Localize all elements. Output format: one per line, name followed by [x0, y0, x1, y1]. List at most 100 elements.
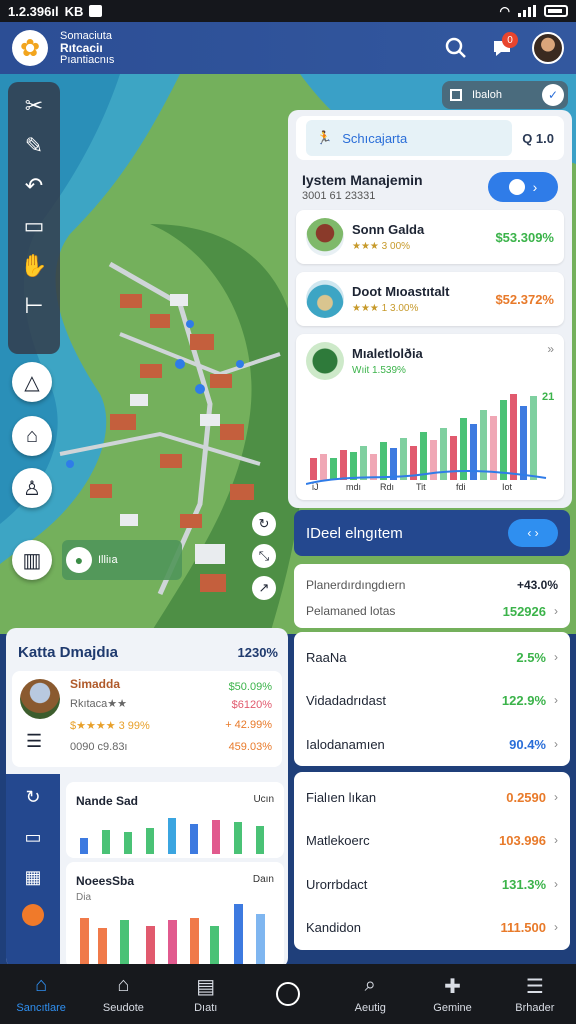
notifications-button[interactable]: 0 — [484, 30, 520, 66]
battery-icon — [544, 5, 568, 17]
chevron-right-icon: › — [554, 877, 558, 891]
list-icon[interactable]: ☰ — [26, 731, 42, 752]
mini-chart-title: NoeesSba — [76, 874, 135, 888]
plant-thumbnail — [306, 342, 344, 380]
tick-label: Tit — [416, 482, 426, 492]
system-card-value: $52.372% — [495, 291, 554, 307]
tool-frame-icon[interactable]: ▭ — [18, 210, 50, 242]
tool-edit-icon[interactable]: ✎ — [18, 130, 50, 162]
system-chart-card[interactable]: Mıaletlolðia Wıit 1.539% » iJ mdı Rdı Ti… — [296, 334, 564, 500]
promo-arrows-button[interactable]: ‹ › — [508, 519, 558, 547]
promo-banner[interactable]: IDeel elngıtem ‹ › — [294, 510, 570, 556]
mini-bar-chart — [80, 904, 265, 968]
card-icon[interactable]: ▭ — [20, 824, 46, 850]
summary-row[interactable]: Pelamaned lotas 152926 › — [306, 598, 558, 624]
grid-icon[interactable]: ▦ — [20, 864, 46, 890]
total-row[interactable]: Fialıen lıkan 0.2590 › — [306, 776, 558, 818]
status-time: 1.2.396ıl — [8, 3, 59, 19]
metric-row[interactable]: Ialodanamıen 90.4% › — [306, 722, 558, 766]
map-tool-rail: ✂ ✎ ↶ ▭ ✋ ⊢ — [8, 82, 60, 354]
chevron-right-icon: › — [554, 737, 558, 751]
metric-row[interactable]: Vidadadrıdast 122.9% › — [306, 678, 558, 722]
card-line-4: 0090 c9.83ı — [70, 741, 128, 753]
chart-bar — [530, 396, 537, 480]
map-compass-button[interactable]: ↗ — [252, 576, 276, 600]
data-panel-title: Katta Dmajdıa — [18, 644, 119, 661]
data-panel-sidebar: ↻ ▭ ▦ — [6, 774, 60, 968]
map-collapse-button[interactable]: ⤡ — [252, 544, 276, 568]
tool-undo-icon[interactable]: ↶ — [18, 170, 50, 202]
system-search-input[interactable]: 🏃 Schıcajarta — [306, 120, 513, 156]
nav-label: Seudote — [102, 1002, 144, 1014]
tool-measure-icon[interactable]: ⊢ — [18, 290, 50, 322]
summary-label: Pelamaned lotas — [306, 604, 396, 618]
summary-row[interactable]: Planerdırdıngdıern +43.0% — [306, 572, 558, 598]
map-basket-button[interactable]: ⌂ — [12, 416, 52, 456]
map-icon: ⌂ — [35, 974, 48, 996]
system-card[interactable]: Sonn Galda ★★★ 3 00% $53.309% — [296, 210, 564, 264]
total-row[interactable]: Kandidon 111.500 › — [306, 906, 558, 948]
total-row[interactable]: Urorrbdact 131.3% › — [306, 862, 558, 906]
status-carrier: KB — [64, 3, 84, 19]
nav-home[interactable]: ⌂ Seudote — [82, 964, 164, 1024]
promo-label: IDeel elngıtem — [306, 524, 403, 542]
system-card-meta: ★★★ 1 3.00% — [352, 303, 419, 314]
refresh-icon[interactable]: ↻ — [20, 784, 46, 810]
home-icon: ⌂ — [117, 974, 130, 996]
user-avatar[interactable] — [532, 32, 564, 64]
tick-label: Iot — [502, 482, 513, 492]
map-location-chip[interactable]: ● Illiıa — [62, 540, 182, 580]
map-book-button[interactable]: ▥ — [12, 540, 52, 580]
metric-row[interactable]: RaaNa 2.5% › — [306, 636, 558, 678]
mini-chart-right: Ucın — [253, 794, 274, 805]
map-shape-button[interactable]: △ — [12, 362, 52, 402]
menu-icon: ☰ — [525, 976, 544, 998]
map-rotate-button[interactable]: ↻ — [252, 512, 276, 536]
chart-bar — [450, 436, 457, 480]
mini-chart-card[interactable]: Nande Sad Ucın — [66, 782, 284, 858]
tool-hand-icon[interactable]: ✋ — [18, 250, 50, 282]
system-home-button[interactable] — [247, 964, 329, 1024]
walker-icon: ♙ — [23, 477, 41, 500]
mini-chart-card[interactable]: NoeesSba Daın Dia — [66, 862, 284, 968]
system-search-count[interactable]: Q 1.0 — [522, 131, 554, 146]
chart-card-name: Mıaletlolðia — [352, 346, 423, 361]
data-panel-card[interactable]: ☰ Simadda Rkıtaca★★ $★★★★ 3 99% 0090 c9.… — [12, 671, 282, 767]
nav-search[interactable]: ⌕ Aeutig — [329, 964, 411, 1024]
chevron-right-icon[interactable]: » — [547, 342, 554, 356]
app-logo-icon[interactable]: ✿ — [12, 30, 48, 66]
search-button[interactable] — [438, 30, 474, 66]
system-action-button[interactable]: › — [488, 172, 558, 202]
nav-menu[interactable]: ☰ Brhader — [494, 964, 576, 1024]
chart-bar — [234, 822, 242, 854]
chart-bar — [310, 458, 317, 480]
brand-line-2: Rıtcaciı — [60, 41, 103, 55]
tool-scissors-icon[interactable]: ✂ — [18, 90, 50, 122]
system-card-name: Sonn Galda — [352, 222, 425, 237]
search-icon: ⌕ — [364, 974, 376, 996]
nav-data[interactable]: ▤ Dıatı — [165, 964, 247, 1024]
total-row[interactable]: Matlekoerc 103.996 › — [306, 818, 558, 862]
tick-label: mdı — [346, 482, 361, 492]
chevron-right-icon: › — [554, 790, 558, 804]
tick-label: fdi — [456, 482, 466, 492]
signal-icon — [518, 5, 536, 17]
nav-map[interactable]: ⌂ Sancıtlare — [0, 964, 82, 1024]
card-value-3: + 42.99% — [225, 719, 272, 731]
record-icon[interactable] — [22, 904, 44, 926]
nav-games[interactable]: ✚ Gemine — [411, 964, 493, 1024]
mini-chart-title: Nande Sad — [76, 794, 139, 808]
tick-label: Rdı — [380, 482, 394, 492]
total-label: Fialıen lıkan — [306, 789, 377, 805]
data-panel-value: 1230% — [237, 645, 278, 660]
runner-icon: 🏃 — [316, 130, 333, 145]
chevron-right-icon: › — [554, 650, 558, 664]
circle-icon — [275, 982, 300, 1006]
map-layer-toggle[interactable]: Ibaloh ✓ — [442, 81, 568, 109]
brand-text: Somaciuta Rıtcaciı Pıantiacnıs — [60, 30, 428, 66]
layer-settings-icon[interactable]: ✓ — [542, 84, 564, 106]
chart-bar — [320, 454, 327, 480]
system-card[interactable]: Doot Mıoastıtalt ★★★ 1 3.00% $52.372% — [296, 272, 564, 326]
chart-bar — [340, 450, 347, 480]
map-person-button[interactable]: ♙ — [12, 468, 52, 508]
